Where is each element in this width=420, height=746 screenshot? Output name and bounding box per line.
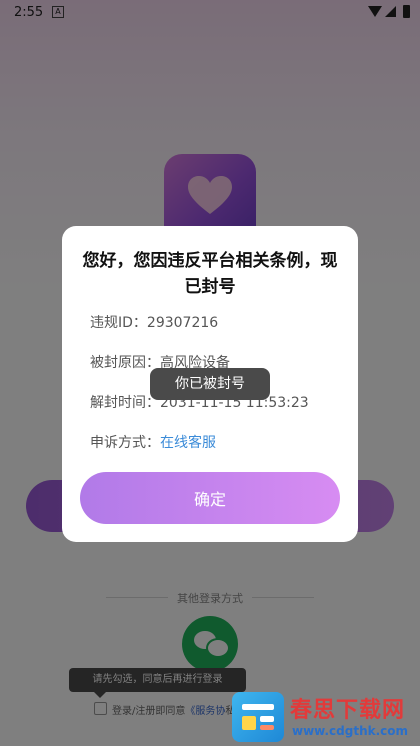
- online-service-link[interactable]: 在线客服: [160, 435, 216, 451]
- violation-id-value: 29307216: [146, 315, 219, 331]
- violation-id-label: 违规ID：: [90, 315, 147, 331]
- banned-toast: 你已被封号: [150, 368, 270, 400]
- watermark-logo-icon: [232, 692, 284, 742]
- confirm-button[interactable]: 确定: [80, 472, 340, 524]
- watermark-title: 春思下载网: [290, 698, 406, 723]
- watermark: 春思下载网 www.cdgthk.com: [232, 690, 420, 746]
- watermark-url: www.cdgthk.com: [292, 724, 409, 738]
- dialog-title: 您好，您因违反平台相关条例，现已封号: [82, 251, 338, 297]
- violation-id-row: 违规ID：29307216: [90, 312, 218, 332]
- ban-reason-label: 被封原因：: [90, 355, 160, 371]
- unban-time-label: 解封时间：: [90, 395, 160, 411]
- appeal-row: 申诉方式：在线客服: [90, 432, 216, 452]
- appeal-label: 申诉方式：: [90, 435, 160, 451]
